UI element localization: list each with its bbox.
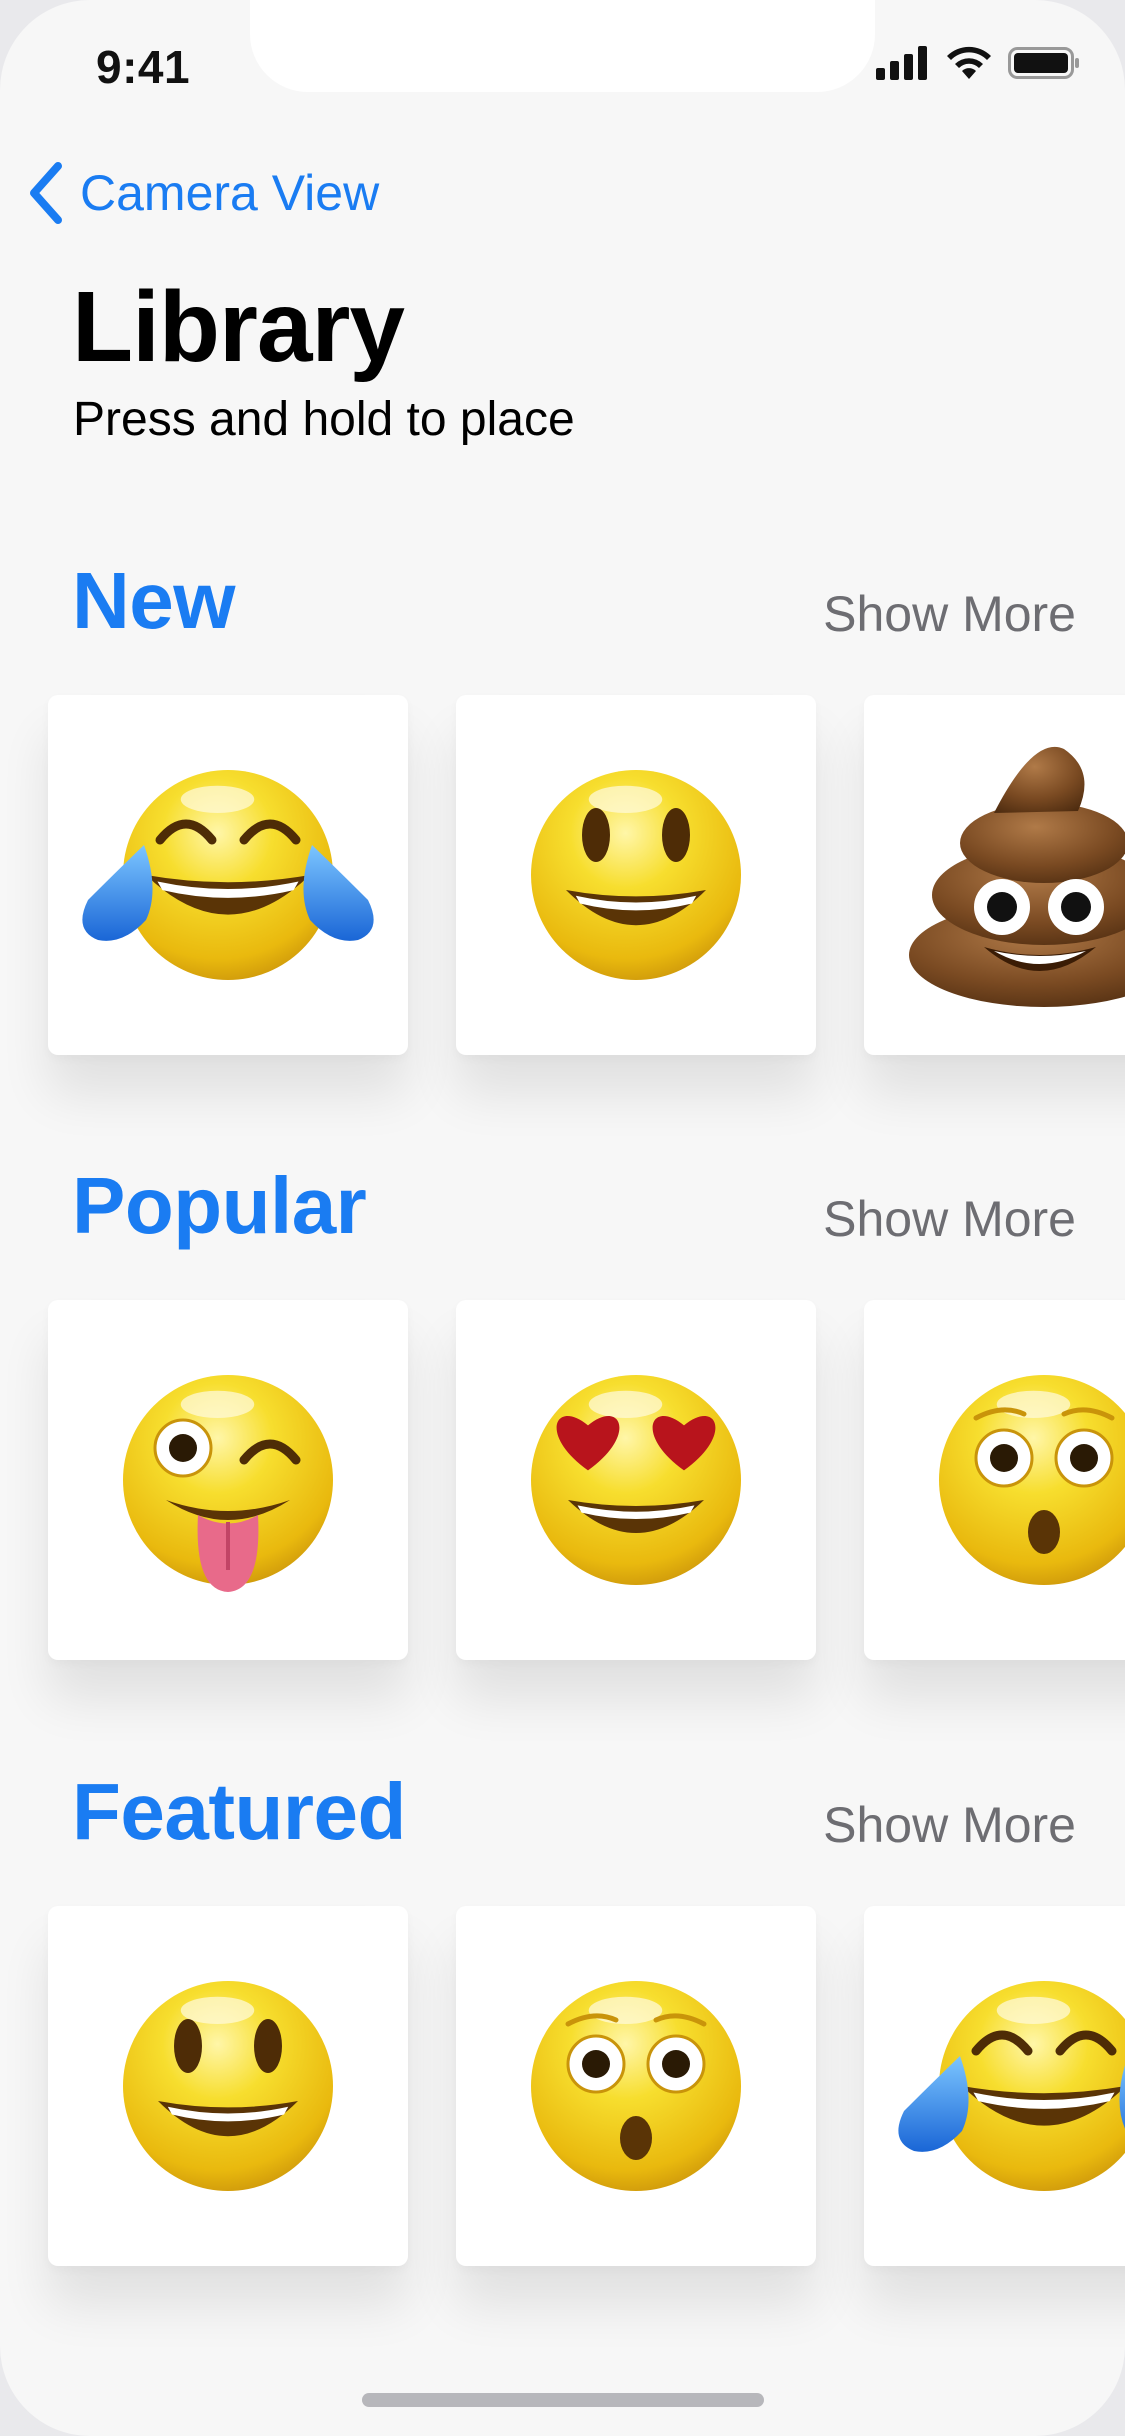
home-indicator[interactable]	[362, 2393, 764, 2407]
pile-of-poo-emoji	[909, 746, 1125, 1007]
astonished-emoji	[531, 1981, 741, 2191]
emoji-card[interactable]	[864, 695, 1125, 1055]
emoji-carousel[interactable]	[0, 1906, 1125, 2286]
emoji-card[interactable]	[48, 1906, 408, 2266]
show-more-button[interactable]: Show More	[823, 1190, 1076, 1248]
show-more-button[interactable]: Show More	[823, 585, 1076, 643]
emoji-card[interactable]	[48, 1300, 408, 1660]
emoji-card[interactable]	[864, 1906, 1125, 2266]
heart-eyes-emoji	[531, 1375, 741, 1585]
back-button[interactable]: Camera View	[26, 162, 379, 224]
astonished-emoji	[939, 1375, 1125, 1585]
section-title: New	[72, 556, 236, 645]
tears-of-joy-emoji	[82, 770, 374, 980]
status-time: 9:41	[96, 41, 191, 93]
emoji-carousel[interactable]	[0, 695, 1125, 1075]
status-icons	[876, 46, 1080, 80]
emoji-card[interactable]	[864, 1300, 1125, 1660]
tears-of-joy-emoji	[898, 1981, 1125, 2191]
section-title: Popular	[72, 1161, 367, 1250]
grinning-emoji	[123, 1981, 333, 2191]
winking-tongue-emoji	[123, 1375, 333, 1592]
cellular-signal-icon	[876, 46, 927, 80]
battery-icon	[1008, 47, 1079, 79]
page-title: Library	[72, 271, 405, 383]
emoji-card[interactable]	[456, 1300, 816, 1660]
wifi-icon	[947, 46, 991, 79]
emoji-card[interactable]	[456, 695, 816, 1055]
page-subtitle: Press and hold to place	[73, 393, 575, 446]
section-title: Featured	[72, 1767, 406, 1856]
grinning-emoji	[531, 770, 741, 980]
emoji-carousel[interactable]	[0, 1300, 1125, 1680]
section-popular: Popular Show More	[0, 1160, 1125, 1720]
emoji-card[interactable]	[456, 1906, 816, 2266]
screen: 9:41 Camera View Library Press and hold …	[0, 0, 1125, 2436]
section-featured: Featured Show More	[0, 1766, 1125, 2326]
chevron-left-icon	[30, 162, 62, 224]
back-label: Camera View	[80, 165, 380, 221]
notch	[250, 0, 875, 92]
emoji-card[interactable]	[48, 695, 408, 1055]
show-more-button[interactable]: Show More	[823, 1796, 1076, 1854]
section-new: New Show More	[0, 555, 1125, 1115]
